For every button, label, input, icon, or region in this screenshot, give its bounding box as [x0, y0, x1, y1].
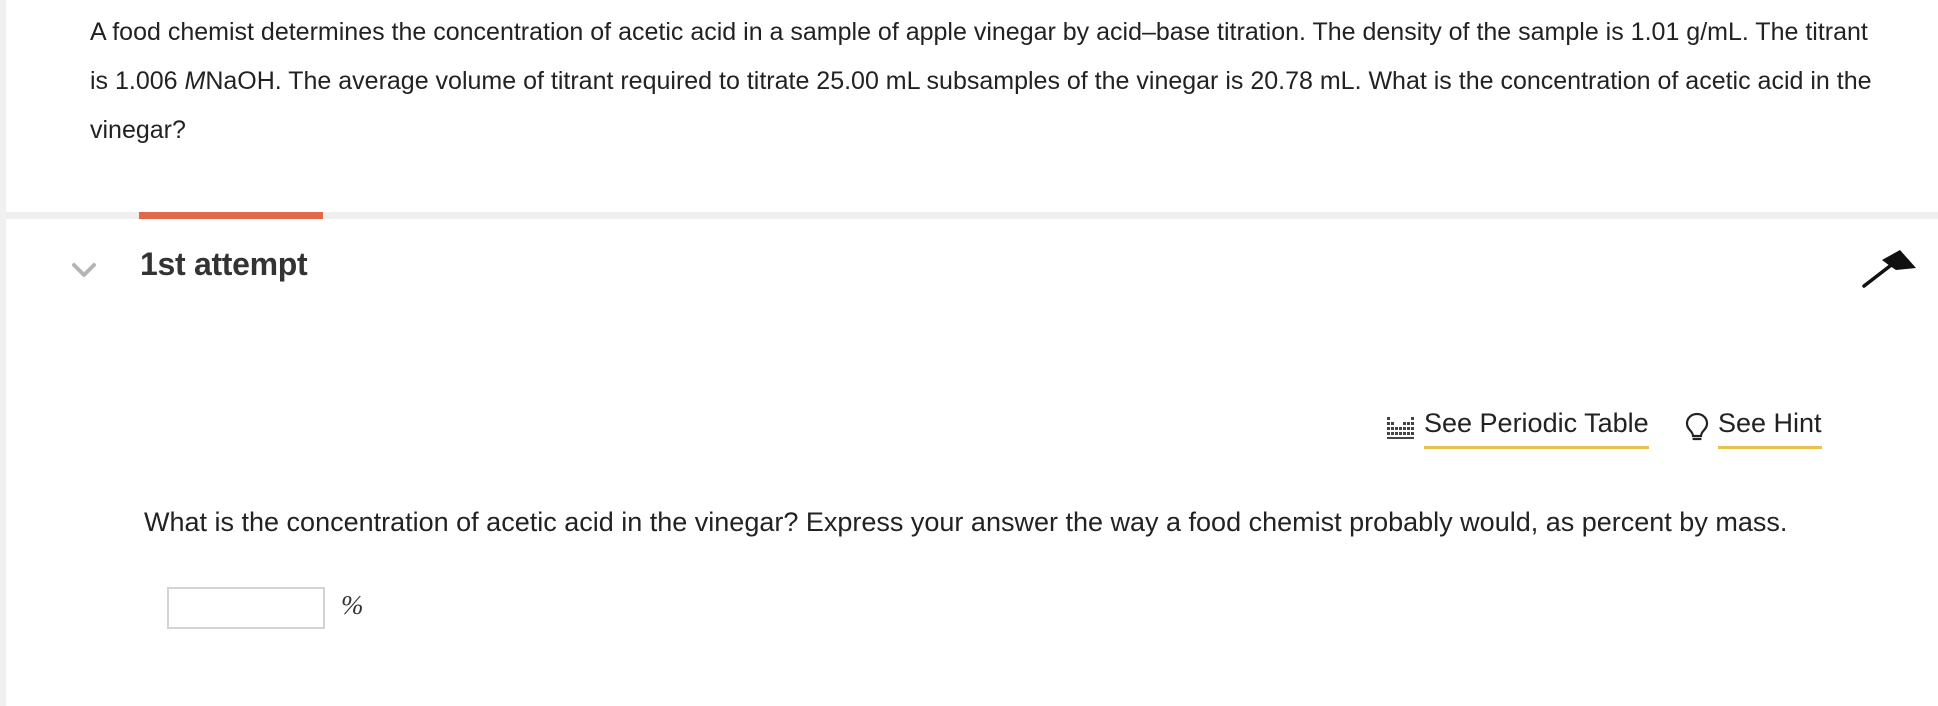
page: A food chemist determines the concentrat…	[0, 0, 1938, 706]
attempt-progress-bar	[139, 212, 323, 219]
part-prompt: What is the concentration of acetic acid…	[144, 507, 1788, 537]
answer-unit: %	[341, 590, 364, 620]
question-text: A food chemist determines the concentrat…	[90, 8, 1880, 155]
attempt-title: 1st attempt	[140, 246, 308, 282]
chevron-down-icon[interactable]	[70, 256, 98, 284]
answer-input[interactable]	[167, 587, 325, 629]
see-hint-label: See Hint	[1718, 404, 1822, 449]
question-text-part2: NaOH. The average volume of titrant requ…	[90, 67, 1872, 144]
molarity-symbol: M	[184, 67, 206, 95]
lightbulb-icon	[1685, 412, 1709, 440]
left-rail	[0, 0, 6, 706]
periodic-table-icon	[1387, 416, 1414, 439]
see-periodic-table-label: See Periodic Table	[1424, 404, 1649, 449]
flag-icon[interactable]	[1860, 244, 1920, 294]
see-periodic-table-link[interactable]: See Periodic Table	[1386, 404, 1649, 449]
see-hint-link[interactable]: See Hint	[1684, 404, 1822, 449]
